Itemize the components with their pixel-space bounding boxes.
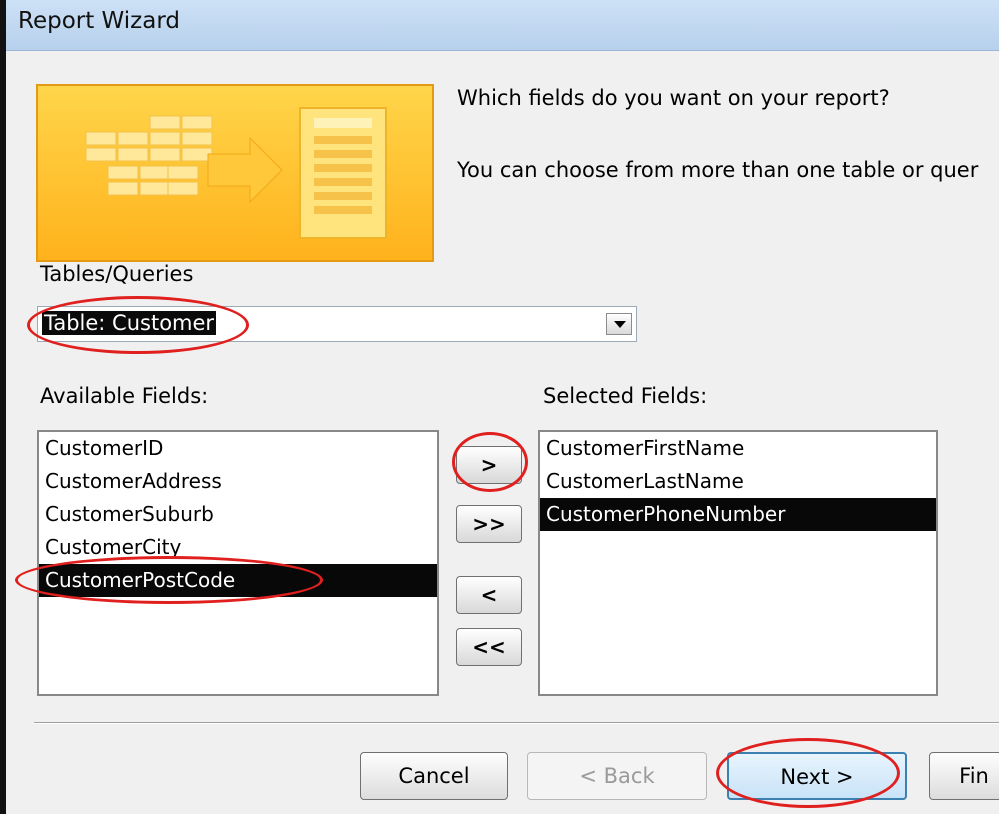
title-bar: Report Wizard bbox=[6, 0, 999, 51]
annotation-circle-add-button bbox=[452, 432, 528, 492]
list-item[interactable]: CustomerLastName bbox=[540, 465, 936, 498]
report-wizard-dialog: Report Wizard Which fields do you want o… bbox=[0, 0, 999, 814]
report-wizard-icon bbox=[85, 107, 387, 239]
selected-fields-label: Selected Fields: bbox=[543, 384, 708, 408]
remove-all-fields-button[interactable]: << bbox=[456, 628, 522, 666]
chevron-down-icon[interactable] bbox=[606, 313, 632, 335]
finish-button[interactable]: Fin bbox=[929, 752, 999, 800]
separator bbox=[34, 722, 999, 724]
tables-queries-label: Tables/Queries bbox=[40, 262, 194, 286]
list-item[interactable]: CustomerFirstName bbox=[540, 432, 936, 465]
remove-field-button[interactable]: < bbox=[456, 576, 522, 614]
list-item[interactable]: CustomerID bbox=[39, 432, 437, 465]
list-item[interactable]: CustomerAddress bbox=[39, 465, 437, 498]
cancel-button[interactable]: Cancel bbox=[360, 752, 508, 800]
annotation-circle-postcode bbox=[15, 556, 323, 604]
window-title: Report Wizard bbox=[18, 8, 180, 34]
wizard-hint: You can choose from more than one table … bbox=[457, 158, 979, 182]
available-fields-label: Available Fields: bbox=[40, 384, 209, 408]
wizard-illustration bbox=[36, 84, 434, 262]
back-button[interactable]: < Back bbox=[527, 752, 707, 800]
list-item[interactable]: CustomerSuburb bbox=[39, 498, 437, 531]
annotation-circle-next bbox=[716, 738, 900, 808]
annotation-circle-table bbox=[27, 296, 249, 354]
list-item-selected[interactable]: CustomerPhoneNumber bbox=[540, 498, 936, 531]
selected-fields-list[interactable]: CustomerFirstName CustomerLastName Custo… bbox=[538, 430, 938, 696]
add-all-fields-button[interactable]: >> bbox=[456, 505, 522, 543]
window-border bbox=[0, 0, 6, 814]
wizard-question: Which fields do you want on your report? bbox=[457, 86, 890, 110]
